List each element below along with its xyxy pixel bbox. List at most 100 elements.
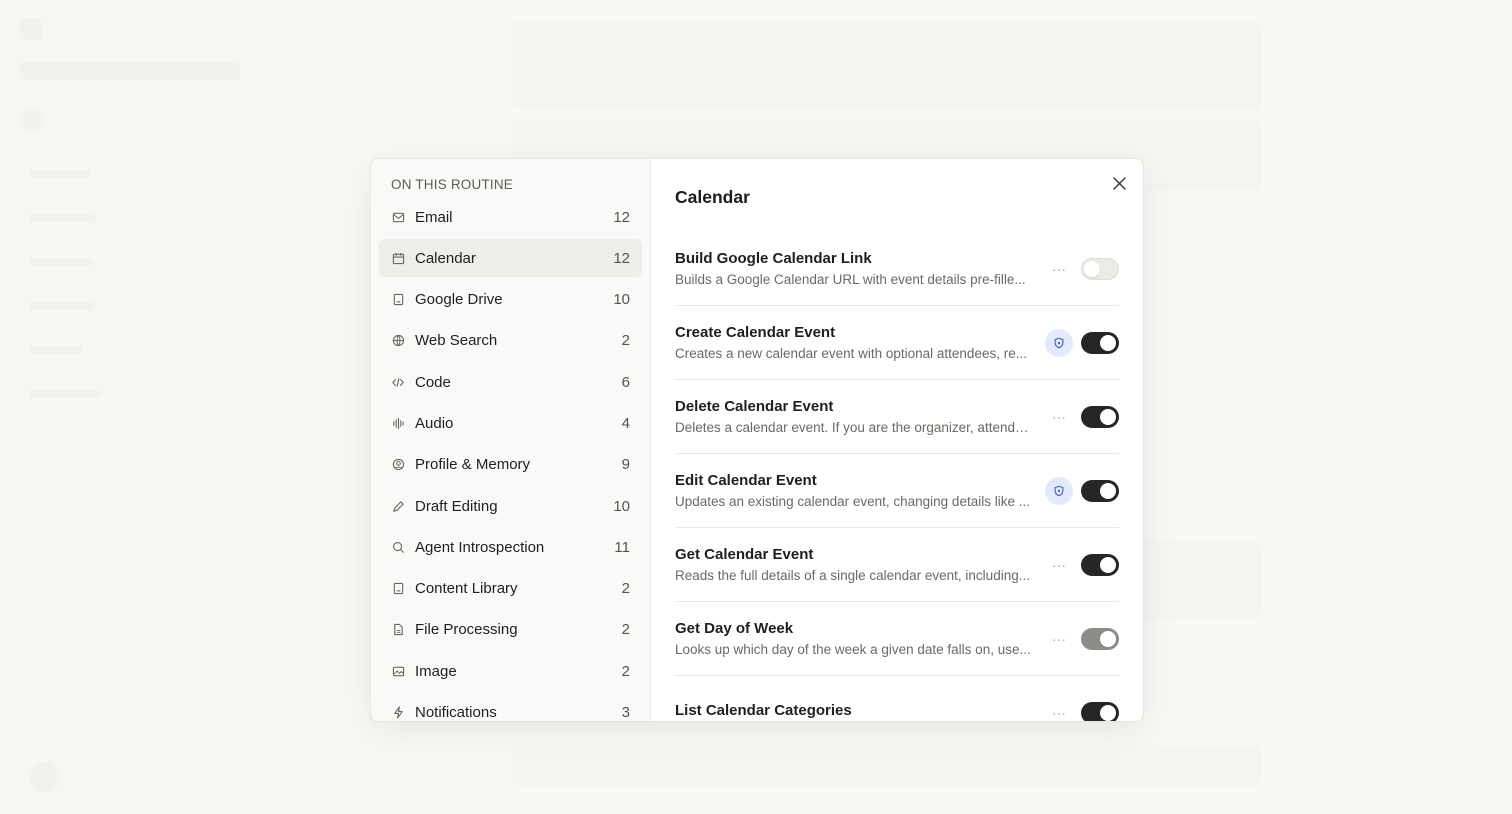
sidebar-item-label: Web Search	[415, 332, 498, 350]
category-sidebar: ON THIS ROUTINE Email 12 Calendar 12 Google …	[371, 159, 651, 721]
shield-icon	[1053, 485, 1065, 497]
tool-row: Get Day of Week Looks up which day of the…	[675, 602, 1119, 676]
search-icon	[391, 540, 405, 554]
sidebar-item-count: 9	[621, 456, 630, 474]
bolt-icon	[391, 706, 405, 720]
code-icon	[391, 375, 405, 389]
sidebar-item-web-search[interactable]: Web Search 2	[379, 322, 642, 360]
tool-description: Updates an existing calendar event, chan…	[675, 494, 1030, 509]
profile-icon	[391, 458, 405, 472]
ellipsis-icon: ···	[1052, 260, 1066, 277]
shield-icon	[1053, 337, 1065, 349]
sidebar-item-count: 10	[613, 291, 630, 309]
tool-text: Delete Calendar Event Deletes a calendar …	[675, 398, 1045, 435]
close-icon	[1112, 176, 1126, 190]
tool-name: Edit Calendar Event	[675, 472, 817, 489]
tool-name: Create Calendar Event	[675, 324, 836, 341]
sidebar-item-label: Code	[415, 373, 451, 391]
tool-name: Delete Calendar Event	[675, 398, 834, 415]
drive-icon	[391, 293, 405, 307]
tool-name: List Calendar Categories	[675, 701, 852, 719]
image-icon	[391, 664, 405, 678]
sidebar-item-draft-editing[interactable]: Draft Editing 10	[379, 487, 642, 525]
tool-enable-toggle[interactable]	[1081, 405, 1119, 428]
sidebar-item-count: 2	[621, 580, 630, 598]
tool-enable-toggle[interactable]	[1081, 553, 1119, 576]
library-icon	[391, 582, 405, 596]
tool-row: Get Calendar Event Reads the full details…	[675, 528, 1119, 602]
category-list: Email 12 Calendar 12 Google Drive 10 Web Searc…	[379, 198, 642, 721]
sidebar-section-title: ON THIS ROUTINE	[391, 177, 514, 192]
more-options-button[interactable]: ···	[1045, 255, 1073, 283]
panel-title: Calendar	[675, 187, 750, 207]
sidebar-item-count: 6	[621, 373, 630, 391]
sidebar-item-count: 4	[621, 414, 630, 432]
audio-icon	[391, 416, 405, 430]
sidebar-item-code[interactable]: Code 6	[379, 363, 642, 401]
tool-text: List Calendar Categories	[675, 702, 1045, 722]
tool-text: Build Google Calendar Link Builds a Googl…	[675, 250, 1045, 287]
file-icon	[391, 623, 405, 637]
sidebar-item-label: Audio	[415, 414, 454, 432]
toggle-knob	[1100, 630, 1116, 647]
sidebar-item-count: 10	[613, 497, 630, 515]
sidebar-item-image[interactable]: Image 2	[379, 652, 642, 690]
pencil-icon	[391, 499, 405, 513]
toggle-knob	[1100, 408, 1116, 425]
sidebar-item-email[interactable]: Email 12	[379, 198, 642, 236]
tool-list: Build Google Calendar Link Builds a Googl…	[675, 232, 1119, 721]
sidebar-item-label: Calendar	[415, 249, 476, 267]
sidebar-item-count: 2	[621, 621, 630, 639]
tool-row: Build Google Calendar Link Builds a Googl…	[675, 232, 1119, 306]
sidebar-item-label: Agent Introspection	[415, 538, 545, 556]
toggle-knob	[1100, 334, 1116, 351]
sidebar-item-calendar[interactable]: Calendar 12	[379, 239, 642, 278]
tool-enable-toggle[interactable]	[1081, 331, 1119, 354]
tool-enable-toggle[interactable]	[1081, 627, 1119, 650]
globe-icon	[391, 334, 405, 348]
sidebar-item-file-processing[interactable]: File Processing 2	[379, 611, 642, 649]
toggle-knob	[1100, 556, 1116, 573]
sidebar-item-label: Content Library	[415, 580, 518, 598]
tool-text: Get Day of Week Looks up which day of the…	[675, 620, 1045, 657]
more-options-button[interactable]: ···	[1045, 403, 1073, 431]
sidebar-item-google-drive[interactable]: Google Drive 10	[379, 281, 642, 319]
tool-name: Build Google Calendar Link	[675, 250, 872, 267]
sidebar-item-label: Google Drive	[415, 291, 503, 309]
ellipsis-icon: ···	[1052, 630, 1066, 647]
sidebar-item-count: 2	[621, 332, 630, 350]
tool-enable-toggle[interactable]	[1081, 257, 1119, 280]
ellipsis-icon: ···	[1052, 704, 1066, 721]
sidebar-item-count: 3	[621, 704, 630, 721]
sidebar-item-count: 12	[613, 249, 630, 267]
tool-description: Deletes a calendar event. If you are the…	[675, 420, 1033, 435]
sidebar-item-label: File Processing	[415, 621, 518, 639]
more-options-button[interactable]: ···	[1045, 699, 1073, 722]
calendar-icon	[391, 251, 405, 265]
tool-enable-toggle[interactable]	[1081, 479, 1119, 502]
more-options-button[interactable]: ···	[1045, 551, 1073, 579]
tools-modal: ON THIS ROUTINE Email 12 Calendar 12 Google …	[370, 158, 1144, 722]
tool-description: Reads the full details of a single calen…	[675, 568, 1030, 583]
tools-panel: Calendar Build Google Calendar Link Build…	[651, 159, 1143, 721]
sidebar-item-audio[interactable]: Audio 4	[379, 404, 642, 442]
sidebar-item-label: Profile & Memory	[415, 456, 531, 474]
tool-description: Builds a Google Calendar URL with event …	[675, 272, 1026, 287]
sidebar-item-agent-introspection[interactable]: Agent Introspection 11	[379, 528, 642, 566]
close-button[interactable]	[1109, 173, 1129, 193]
more-options-button[interactable]: ···	[1045, 625, 1073, 653]
sidebar-item-label: Notifications	[415, 704, 497, 721]
tool-row: List Calendar Categories ···	[675, 676, 1119, 721]
toggle-knob	[1100, 482, 1116, 499]
sidebar-item-content-library[interactable]: Content Library 2	[379, 570, 642, 608]
sidebar-item-notifications[interactable]: Notifications 3	[379, 694, 642, 721]
toggle-knob	[1100, 704, 1116, 721]
tool-description: Creates a new calendar event with option…	[675, 346, 1027, 361]
sidebar-item-profile-memory[interactable]: Profile & Memory 9	[379, 446, 642, 484]
tool-enable-toggle[interactable]	[1081, 701, 1119, 721]
sidebar-item-label: Email	[415, 208, 453, 226]
shield-button[interactable]	[1045, 328, 1073, 357]
tool-row: Edit Calendar Event Updates an existing c…	[675, 454, 1119, 528]
sidebar-item-count: 12	[613, 208, 630, 226]
shield-button[interactable]	[1045, 476, 1073, 505]
